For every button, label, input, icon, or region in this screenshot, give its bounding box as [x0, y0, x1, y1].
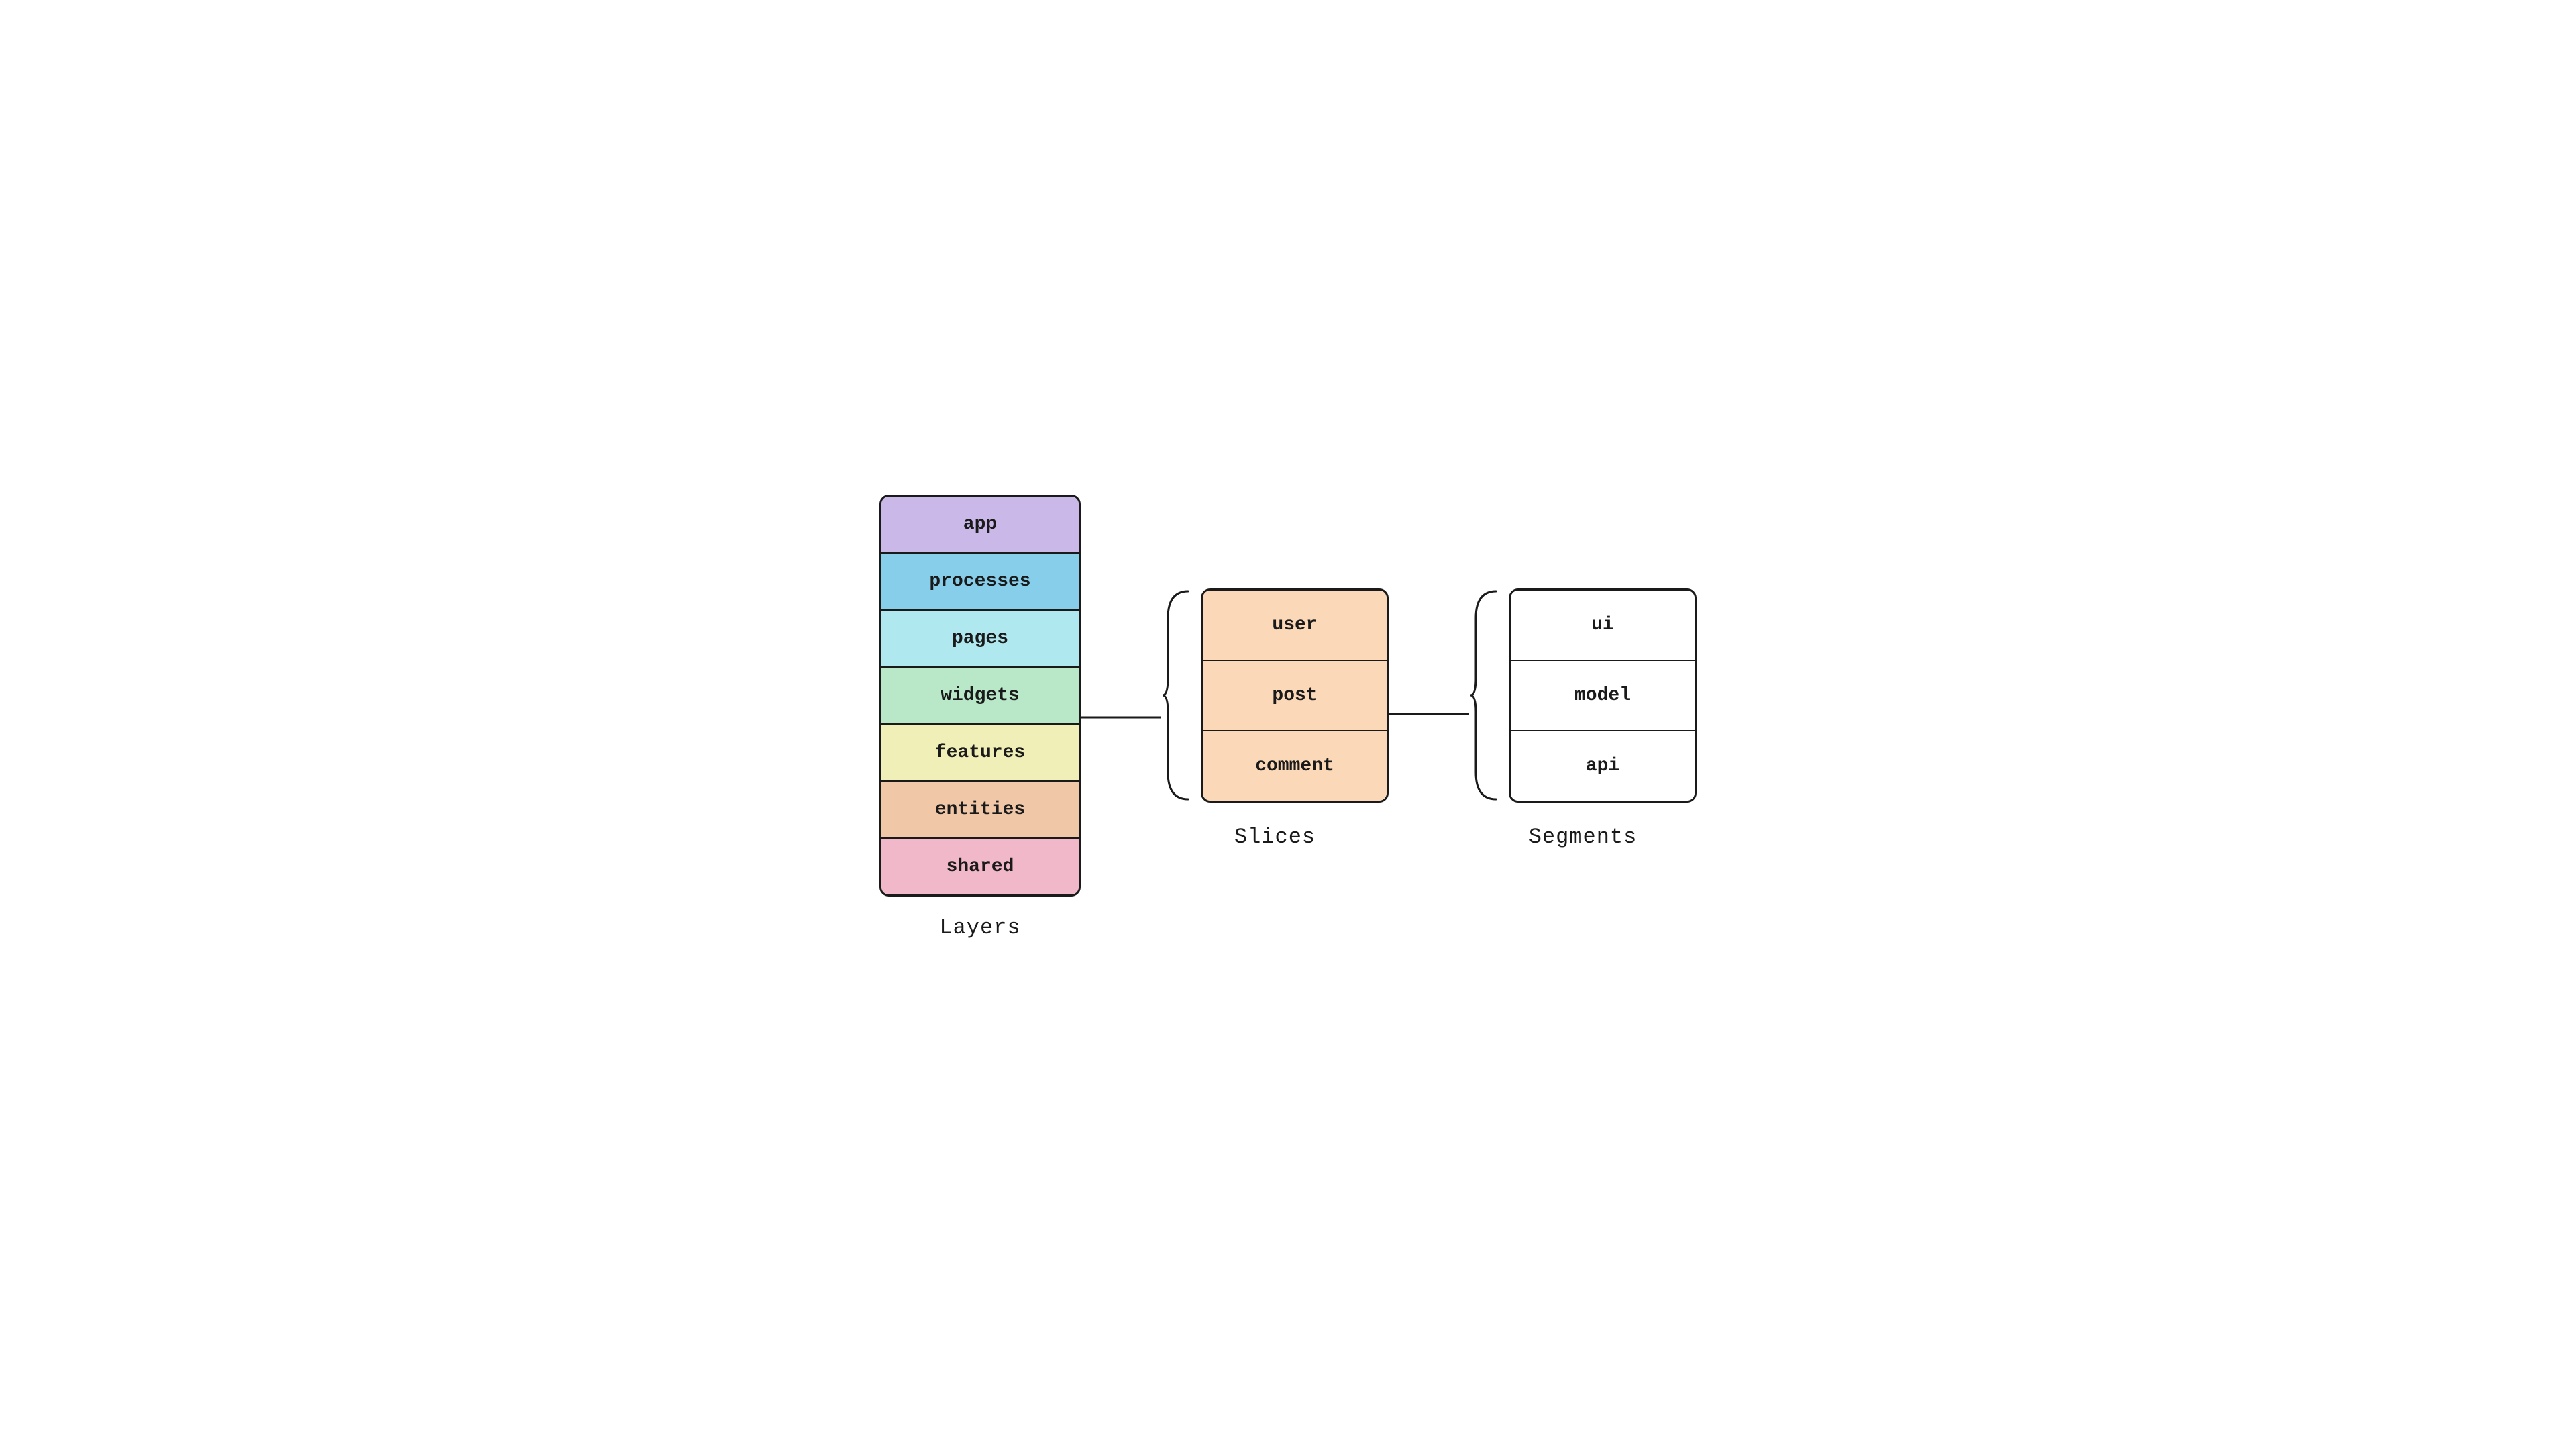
left-brace-segments — [1469, 584, 1506, 806]
layer-app: app — [881, 497, 1079, 554]
slices-stack: user post comment — [1201, 588, 1389, 803]
segments-stack: ui model api — [1509, 588, 1697, 803]
layers-stack: app processes pages widgets features ent… — [879, 495, 1081, 897]
slices-wrapper: user post comment — [1161, 584, 1389, 806]
slices-column: user post comment Slices — [1161, 584, 1389, 850]
layers-column: app processes pages widgets features ent… — [879, 495, 1081, 940]
layer-widgets: widgets — [881, 668, 1079, 725]
slice-comment: comment — [1203, 731, 1387, 801]
layer-entities: entities — [881, 782, 1079, 839]
slice-post: post — [1203, 661, 1387, 731]
slices-label: Slices — [1234, 825, 1316, 850]
connector-layers-slices — [1081, 603, 1161, 831]
segments-column: ui model api Segments — [1469, 584, 1697, 850]
connector-slices-segments — [1389, 603, 1469, 831]
segment-model: model — [1511, 661, 1695, 731]
layer-processes: processes — [881, 554, 1079, 611]
layer-features: features — [881, 725, 1079, 782]
segment-api: api — [1511, 731, 1695, 801]
slice-user: user — [1203, 591, 1387, 661]
left-brace-slices — [1161, 584, 1198, 806]
diagram-container: app processes pages widgets features ent… — [839, 454, 1737, 980]
segments-label: Segments — [1529, 825, 1638, 850]
layers-label: Layers — [939, 915, 1020, 940]
layer-pages: pages — [881, 611, 1079, 668]
segment-ui: ui — [1511, 591, 1695, 661]
layer-shared: shared — [881, 839, 1079, 894]
segments-wrapper: ui model api — [1469, 584, 1697, 806]
